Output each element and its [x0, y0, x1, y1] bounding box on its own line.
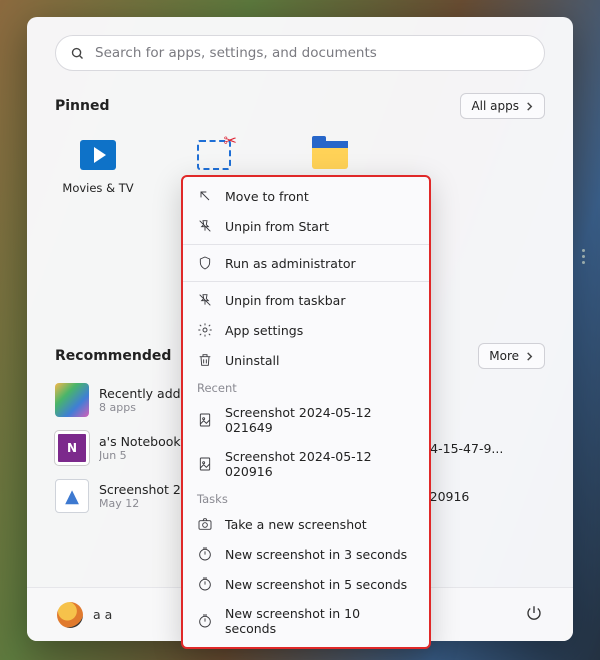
pinned-app-label: Movies & TV	[55, 181, 141, 195]
image-file-icon	[197, 456, 213, 472]
apps-collage-icon	[55, 383, 89, 417]
arrow-up-left-icon	[197, 188, 213, 204]
camera-icon	[197, 516, 213, 532]
unpin-icon	[197, 218, 213, 234]
context-menu: Move to front Unpin from Start Run as ad…	[181, 175, 431, 649]
ctx-recent-item[interactable]: Screenshot 2024-05-12 021649	[183, 398, 429, 442]
ctx-run-as-administrator[interactable]: Run as administrator	[183, 248, 429, 278]
search-box[interactable]: Search for apps, settings, and documents	[55, 35, 545, 71]
search-placeholder: Search for apps, settings, and documents	[95, 45, 377, 61]
trash-icon	[197, 352, 213, 368]
image-file-icon	[197, 412, 213, 428]
timer-10-icon	[197, 613, 213, 629]
pinned-heading: Pinned	[55, 98, 110, 114]
all-apps-label: All apps	[471, 99, 519, 113]
ctx-task-new-screenshot[interactable]: Take a new screenshot	[183, 509, 429, 539]
ctx-unpin-from-taskbar[interactable]: Unpin from taskbar	[183, 285, 429, 315]
more-button[interactable]: More	[478, 343, 545, 369]
file-explorer-icon	[312, 141, 348, 169]
avatar	[57, 602, 83, 628]
onenote-icon: N	[55, 431, 89, 465]
timer-3-icon	[197, 546, 213, 562]
pinned-app-movies-tv[interactable]: Movies & TV	[55, 135, 141, 195]
ctx-task-screenshot-5s[interactable]: New screenshot in 5 seconds	[183, 569, 429, 599]
ctx-group-recent: Recent	[183, 375, 429, 398]
ctx-recent-item[interactable]: Screenshot 2024-05-12 020916	[183, 442, 429, 486]
gear-icon	[197, 322, 213, 338]
shield-icon	[197, 255, 213, 271]
user-account-button[interactable]: a a	[57, 602, 112, 628]
separator	[183, 281, 429, 282]
recommended-heading: Recommended	[55, 348, 171, 364]
ctx-app-settings[interactable]: App settings	[183, 315, 429, 345]
ctx-group-tasks: Tasks	[183, 486, 429, 509]
all-apps-button[interactable]: All apps	[460, 93, 545, 119]
ctx-task-screenshot-3s[interactable]: New screenshot in 3 seconds	[183, 539, 429, 569]
separator	[183, 244, 429, 245]
timer-5-icon	[197, 576, 213, 592]
ctx-unpin-from-start[interactable]: Unpin from Start	[183, 211, 429, 241]
search-icon	[70, 46, 85, 61]
movies-tv-icon	[80, 140, 116, 170]
ctx-move-to-front[interactable]: Move to front	[183, 181, 429, 211]
unpin-icon	[197, 292, 213, 308]
chevron-right-icon	[525, 352, 534, 361]
more-label: More	[489, 349, 519, 363]
power-icon	[525, 604, 543, 622]
ctx-task-screenshot-10s[interactable]: New screenshot in 10 seconds	[183, 599, 429, 643]
image-file-icon: ▲	[55, 479, 89, 513]
user-name: a a	[93, 607, 112, 622]
pagination-dots[interactable]	[582, 249, 585, 264]
pinned-header: Pinned All apps	[55, 93, 545, 119]
ctx-uninstall[interactable]: Uninstall	[183, 345, 429, 375]
chevron-right-icon	[525, 102, 534, 111]
power-button[interactable]	[525, 604, 543, 626]
snipping-tool-icon	[197, 140, 231, 170]
